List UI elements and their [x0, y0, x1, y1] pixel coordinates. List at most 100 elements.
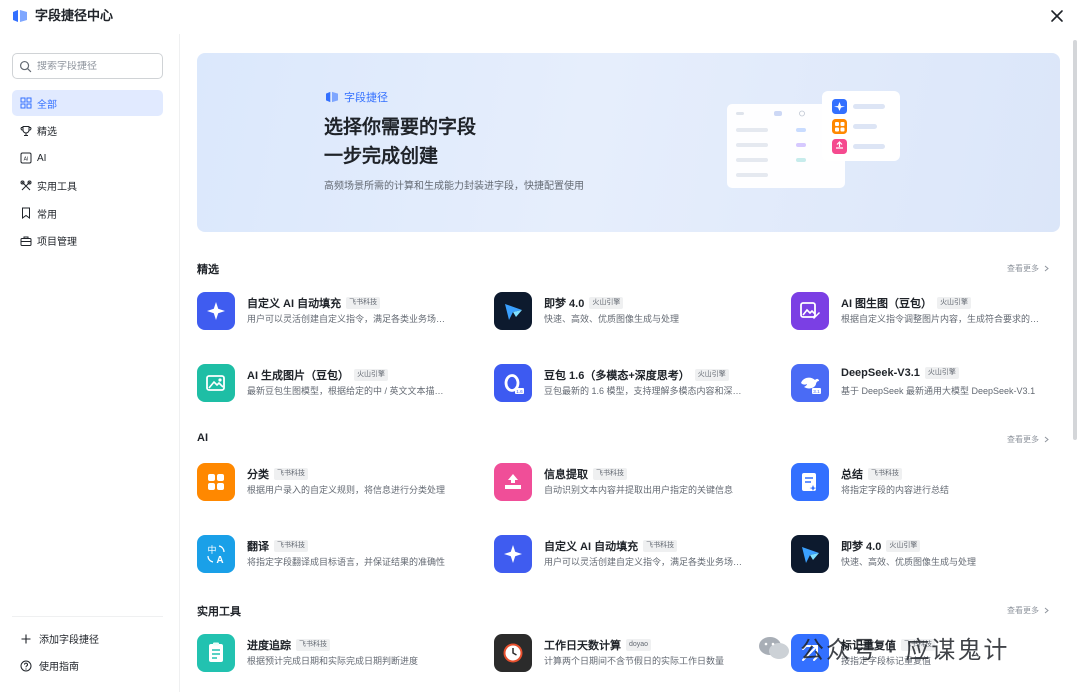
card-icon: 中A: [197, 535, 235, 573]
progress-icon: [209, 642, 223, 662]
card-desc: 根据预计完成日期和实际完成日期判断进度: [247, 656, 419, 666]
card-info-extract[interactable]: 信息提取 飞书科技 自动识别文本内容并提取出用户指定的关键信息: [494, 460, 774, 508]
see-more-featured[interactable]: 查看更多: [1007, 263, 1050, 274]
sidebar-item-all[interactable]: 全部: [12, 90, 163, 116]
card-name: 豆包 1.6（多模态+深度思考）: [544, 370, 690, 382]
card-name: 翻译: [247, 541, 269, 553]
trophy-icon: [20, 125, 32, 136]
card-tag: 飞书科技: [296, 639, 330, 651]
card-doubao-1-6[interactable]: 1.6 豆包 1.6（多模态+深度思考） 火山引擎 豆包最新的 1.6 模型，支…: [494, 361, 774, 409]
card-name: 即梦 4.0: [841, 541, 882, 553]
image-edit-icon: [800, 302, 820, 319]
plus-icon: [21, 634, 31, 643]
close-icon[interactable]: [1048, 7, 1066, 25]
card-desc: 用户可以灵活创建自定义指令，满足各类业务场景需求: [544, 557, 744, 567]
title-bar: 字段捷径中心: [0, 0, 1080, 34]
card-custom-ai-autofill[interactable]: 自定义 AI 自动填充 飞书科技 用户可以灵活创建自定义指令，满足各类业务场景需…: [197, 289, 477, 337]
sparkle-icon: [504, 545, 522, 563]
sidebar-item-label: 项目管理: [37, 237, 77, 248]
image-icon: [206, 375, 225, 391]
card-icon: [494, 634, 532, 672]
wechat-icon: [759, 636, 789, 659]
card-workday-calculation[interactable]: 工作日天数计算 doyao 计算两个日期间不含节假日的实际工作日数量: [494, 631, 774, 679]
help-icon: [20, 660, 32, 671]
sidebar-item-label: 全部: [37, 99, 57, 111]
banner-subtitle: 高频场景所需的计算和生成能力封装进字段，快捷配置使用: [324, 181, 584, 192]
card-tag: 火山引擎: [937, 297, 972, 309]
section-title-tools: 实用工具: [197, 606, 241, 618]
card-classify[interactable]: 分类 飞书科技 根据用户录入的自定义规则，将信息进行分类处理: [197, 460, 477, 508]
see-more-ai[interactable]: 查看更多: [1007, 434, 1050, 445]
card-tag: 飞书科技: [868, 468, 902, 480]
category-icon: [208, 474, 224, 490]
card-translate[interactable]: 中A 翻译 飞书科技 将指定字段翻译成目标语言，并保证结果的准确性: [197, 532, 477, 580]
card-name: 工作日天数计算: [544, 640, 621, 652]
section-title-ai: AI: [197, 432, 208, 444]
ai-icon: AI: [20, 152, 32, 164]
card-summary[interactable]: 总结 飞书科技 将指定字段的内容进行总结: [791, 460, 1071, 508]
card-desc: 将指定字段的内容进行总结: [841, 485, 950, 495]
card-name: 分类: [247, 469, 269, 481]
card-name: 自定义 AI 自动填充: [247, 298, 342, 310]
search-box[interactable]: [12, 53, 163, 79]
card-icon: [197, 364, 235, 402]
chevron-right-icon: [1044, 607, 1049, 614]
card-title-row: 工作日天数计算 doyao: [544, 637, 652, 653]
sidebar-item-tools[interactable]: 实用工具: [12, 173, 163, 199]
card-desc: 最新豆包生图模型，根据给定的中 / 英文文本描述生成图片: [247, 386, 447, 396]
add-shortcut-button[interactable]: 添加字段捷径: [12, 625, 163, 652]
card-desc: 自动识别文本内容并提取出用户指定的关键信息: [544, 485, 734, 495]
deepseek-icon: 3.1: [801, 377, 821, 394]
clock-icon: [503, 643, 523, 663]
card-deepseek-v3-1[interactable]: 3.1 DeepSeek-V3.1 火山引擎 基于 DeepSeek 最新通用大…: [791, 361, 1071, 409]
card-desc: 计算两个日期间不含节假日的实际工作日数量: [544, 656, 725, 666]
section-title-featured: 精选: [197, 264, 219, 276]
card-progress-tracking[interactable]: 进度追踪 飞书科技 根据预计完成日期和实际完成日期判断进度: [197, 631, 477, 679]
card-name: DeepSeek-V3.1: [841, 367, 920, 379]
sidebar-item-frequent[interactable]: 常用: [12, 200, 163, 226]
window-title: 字段捷径中心: [35, 8, 114, 23]
card-ai-image-to-image[interactable]: AI 图生图（豆包） 火山引擎 根据自定义指令调整图片内容，生成符合要求的新图片: [791, 289, 1071, 337]
card-icon: [197, 634, 235, 672]
card-name: 自定义 AI 自动填充: [544, 541, 639, 553]
jimeng-icon: [505, 304, 522, 320]
card-custom-ai-autofill-2[interactable]: 自定义 AI 自动填充 飞书科技 用户可以灵活创建自定义指令，满足各类业务场景需…: [494, 532, 774, 580]
user-guide-link[interactable]: 使用指南: [12, 652, 163, 679]
card-title-row: 进度追踪 飞书科技: [247, 637, 330, 653]
translate-icon: 中A: [207, 544, 225, 566]
svg-text:AI: AI: [24, 156, 29, 162]
card-tag: 飞书科技: [593, 468, 627, 480]
card-jimeng-4[interactable]: 即梦 4.0 火山引擎 快速、高效、优质图像生成与处理: [494, 289, 774, 337]
card-title-row: 自定义 AI 自动填充 飞书科技: [247, 295, 381, 311]
search-icon: [19, 60, 32, 72]
scrollbar[interactable]: [1073, 40, 1077, 440]
card-tag: 火山引擎: [694, 369, 729, 381]
svg-text:中: 中: [207, 544, 216, 556]
card-icon: [197, 292, 235, 330]
card-desc: 豆包最新的 1.6 模型，支持理解多模态内容和深度思考: [544, 386, 744, 396]
card-desc: 用户可以灵活创建自定义指令，满足各类业务场景需求: [247, 314, 447, 324]
hero-banner: 字段捷径 选择你需要的字段 一步完成创建 高频场景所需的计算和生成能力封装进字段…: [197, 53, 1060, 232]
card-icon: [791, 292, 829, 330]
card-icon: [791, 463, 829, 501]
sidebar-footer: 添加字段捷径 使用指南: [12, 616, 163, 679]
sidebar-item-featured[interactable]: 精选: [12, 118, 163, 144]
card-icon: [494, 463, 532, 501]
model-version-badge: 3.1: [813, 389, 820, 394]
card-desc: 根据自定义指令调整图片内容，生成符合要求的新图片: [841, 314, 1041, 324]
shortcut-logo-icon: [326, 91, 338, 103]
card-jimeng-4-2[interactable]: 即梦 4.0 火山引擎 快速、高效、优质图像生成与处理: [791, 532, 1071, 580]
card-ai-generate-image[interactable]: AI 生成图片（豆包） 火山引擎 最新豆包生图模型，根据给定的中 / 英文文本描…: [197, 361, 477, 409]
see-more-tools[interactable]: 查看更多: [1007, 605, 1050, 616]
banner-title: 选择你需要的字段 一步完成创建: [324, 113, 624, 171]
sidebar-item-ai[interactable]: AI AI: [12, 145, 163, 171]
banner-brand-label: 字段捷径: [344, 92, 388, 104]
banner-title-line2: 一步完成创建: [324, 146, 439, 167]
card-icon: 1.6: [494, 364, 532, 402]
sidebar-item-project-management[interactable]: 项目管理: [12, 228, 163, 254]
chevron-right-icon: [1044, 265, 1049, 272]
search-input[interactable]: [37, 60, 157, 72]
sidebar-item-label: 实用工具: [37, 182, 77, 193]
category-nav: 全部 精选 AI AI 实用工具 常用 项目管理: [12, 90, 163, 255]
sidebar: 全部 精选 AI AI 实用工具 常用 项目管理: [0, 34, 180, 692]
